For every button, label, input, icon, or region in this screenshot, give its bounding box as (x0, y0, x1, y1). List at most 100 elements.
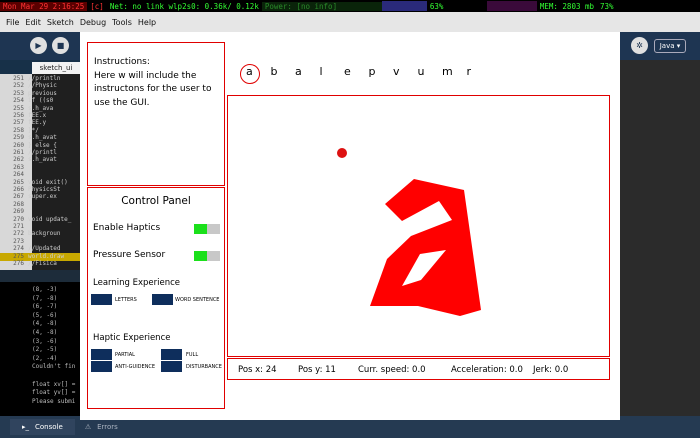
toggle-knob (194, 224, 207, 234)
errors-tab-label: Errors (97, 423, 118, 431)
letter-option[interactable]: u (418, 65, 425, 78)
disturbance-label: DISTURBANCE (186, 364, 222, 370)
console-line: (2, -4) (32, 354, 58, 362)
letter-option[interactable]: e (344, 65, 351, 78)
code-text: world.draw (28, 252, 65, 260)
letter-option[interactable]: p (369, 65, 376, 78)
letter-option[interactable]: a (246, 65, 253, 78)
letter-option[interactable]: a (295, 65, 302, 78)
mode-label: Java (659, 42, 675, 50)
line-number: 253 (13, 89, 24, 97)
code-line: 276 //Fisica (0, 260, 80, 268)
code-text: s.h_ava (28, 104, 54, 112)
letters-button[interactable] (91, 294, 112, 305)
line-number: 264 (13, 171, 24, 179)
code-text: PhysicsSt (28, 186, 61, 193)
code-text: super.ex (28, 193, 57, 201)
menu-edit[interactable]: Edit (25, 18, 41, 27)
word-sentence-label: WORD SENTENCE (175, 297, 220, 303)
console-line: (4, -8) (32, 329, 58, 336)
console-line: Please submi (32, 397, 76, 405)
instructions-panel: Instructions: Here w will include the in… (87, 42, 225, 186)
letter-option[interactable]: b (271, 65, 278, 78)
letters-label: LETTERS (115, 297, 137, 303)
word-sentence-button[interactable] (152, 294, 173, 305)
code-text: }*/ (28, 126, 39, 134)
console-line: (8, -3) (32, 286, 58, 293)
run-button[interactable]: ▶ (30, 37, 47, 54)
menu-tools[interactable]: Tools (112, 18, 132, 27)
code-text: backgroun (28, 230, 61, 238)
line-number: 276 (13, 260, 24, 267)
console-line: float xv[] = (32, 380, 76, 388)
line-number: 259 (13, 134, 24, 142)
mode-selector[interactable]: Java ▾ (654, 39, 686, 53)
anti-guidence-label: ANTI-GUIDENCE (115, 364, 156, 370)
disturbance-button[interactable] (161, 361, 182, 372)
acceleration-readout: Acceleration: 0.0 (451, 365, 523, 375)
line-number: 256 (13, 112, 24, 119)
letter-option[interactable]: m (442, 65, 453, 78)
console-line: (7, -8) (32, 294, 58, 302)
tab-sketch-ui[interactable]: sketch_ui (32, 62, 80, 74)
enable-haptics-toggle[interactable] (194, 224, 220, 234)
speed-readout: Curr. speed: 0.0 (358, 365, 426, 375)
line-number: 272 (13, 230, 24, 238)
menu-file[interactable]: File (6, 18, 19, 27)
instructions-heading: Instructions: (94, 57, 150, 67)
console-line: (6, -7) (32, 303, 58, 311)
code-text: fEE.x (28, 112, 47, 119)
line-number: 266 (13, 186, 24, 193)
canvas-svg (337, 148, 481, 316)
console-icon: ▸_ (22, 423, 30, 431)
console-tab[interactable]: ▸_ Console (10, 419, 75, 435)
haptic-cursor (337, 148, 347, 158)
code-text: } else { (28, 141, 57, 149)
pressure-sensor-toggle[interactable] (194, 251, 220, 261)
stop-button[interactable]: ■ (52, 37, 69, 54)
menu-sketch[interactable]: Sketch (47, 18, 74, 27)
mem-status: MEM: 2803 mb (539, 1, 595, 11)
line-number: 258 (13, 126, 24, 134)
menu-debug[interactable]: Debug (80, 18, 106, 27)
learning-experience-title: Learning Experience (93, 278, 181, 288)
code-text: //Updated (28, 245, 61, 253)
letter-selector: abalepvumr (240, 64, 510, 87)
drawing-canvas[interactable] (227, 95, 610, 357)
console-line: float yv[] = (32, 389, 76, 397)
line-number: 260 (13, 141, 24, 149)
anti-guidence-button[interactable] (91, 361, 112, 372)
partial-label: PARTIAL (115, 352, 135, 358)
errors-tab[interactable]: ⚠ Errors (85, 423, 118, 431)
jerk-readout: Jerk: 0.0 (533, 365, 569, 375)
cpu-bar (381, 1, 427, 11)
status-info-bar: Pos x: 24 Pos y: 11 Curr. speed: 0.0 Acc… (227, 358, 610, 380)
code-text: s.h_avat (28, 134, 57, 142)
mem-percent: 73% (600, 1, 614, 11)
enable-haptics-label: Enable Haptics (93, 223, 161, 233)
flag: [c] (90, 1, 104, 11)
full-label: FULL (186, 352, 199, 358)
letter-option[interactable]: l (320, 65, 323, 78)
control-panel: Control Panel Enable Haptics Pressure Se… (87, 187, 225, 409)
partial-button[interactable] (91, 349, 112, 360)
cpu-graph (486, 1, 537, 11)
console-line: (4, -8) (32, 320, 58, 328)
toggle-knob (194, 251, 207, 261)
full-button[interactable] (161, 349, 182, 360)
letter-option[interactable]: v (393, 65, 400, 78)
line-number: 267 (13, 193, 24, 201)
instructions-body: Here w will include the instructons for … (94, 70, 212, 108)
line-number: 271 (13, 223, 24, 230)
warning-icon: ⚠ (84, 423, 92, 431)
code-text: //printl (28, 149, 57, 156)
debugger-button[interactable]: ✲ (631, 37, 648, 54)
letter-option[interactable]: r (467, 65, 472, 78)
power-status: Power: [no info] (261, 1, 382, 11)
system-status-bar: Mon Mar 29 2:16:25 [c] Net: no link wlp2… (0, 0, 700, 12)
line-number: 254 (13, 97, 24, 105)
line-number: 257 (13, 119, 24, 127)
menu-help[interactable]: Help (138, 18, 156, 27)
pressure-sensor-label: Pressure Sensor (93, 250, 166, 260)
net-status: Net: no link wlp2s0: 0.36k/ 0.12k (109, 1, 259, 11)
